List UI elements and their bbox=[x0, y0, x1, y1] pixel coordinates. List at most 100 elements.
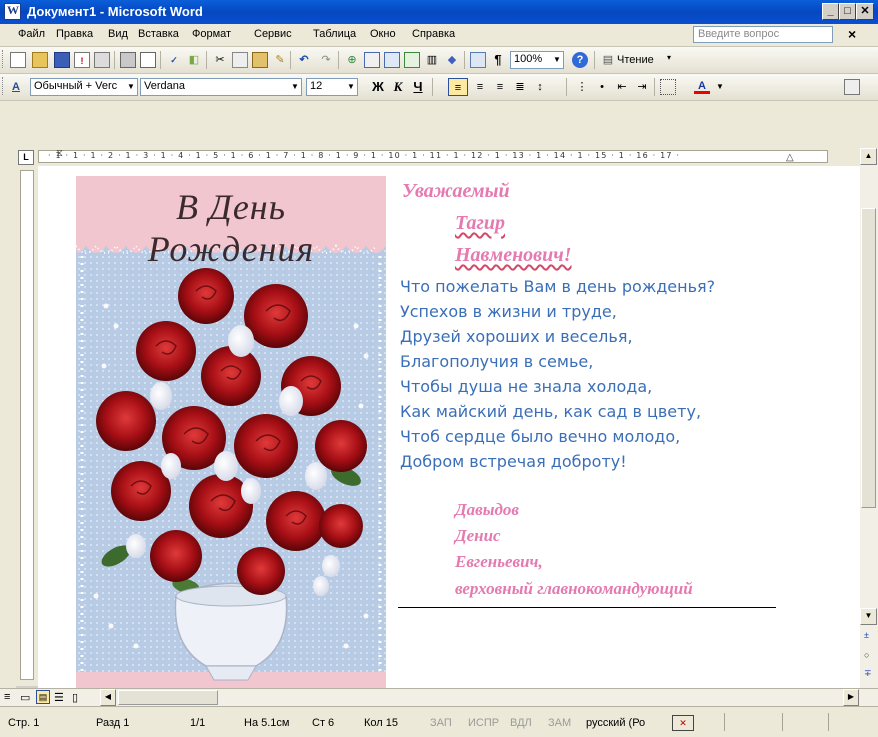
close-document-icon[interactable]: × bbox=[848, 26, 856, 42]
scroll-down-button[interactable]: ▼ bbox=[860, 608, 877, 625]
reading-layout-icon[interactable]: ▤ bbox=[600, 52, 616, 68]
align-right-button[interactable]: ≡ bbox=[492, 79, 508, 95]
tables-borders-icon[interactable] bbox=[364, 52, 380, 68]
menu-insert[interactable]: Вставка bbox=[138, 28, 179, 40]
increase-indent-icon[interactable]: ⇥ bbox=[634, 79, 650, 95]
paste-icon[interactable] bbox=[252, 52, 268, 68]
style-select[interactable]: Обычный + Verc ▼ bbox=[30, 78, 138, 96]
horizontal-scrollbar[interactable]: ≡ ▭ ▤ ☰ ▯ ◀ ▶ bbox=[0, 688, 878, 707]
next-page-icon[interactable]: ∓ bbox=[864, 668, 872, 679]
line-spacing-icon[interactable]: ↕ bbox=[532, 79, 548, 95]
copy-icon[interactable] bbox=[232, 52, 248, 68]
scroll-right-button[interactable]: ▶ bbox=[843, 689, 859, 706]
format-painter-icon[interactable]: ✎ bbox=[272, 52, 288, 68]
align-center-button[interactable]: ≡ bbox=[472, 79, 488, 95]
chevron-down-icon[interactable]: ▼ bbox=[289, 79, 301, 95]
styles-formatting-icon[interactable] bbox=[844, 79, 860, 95]
show-formatting-icon[interactable]: ¶ bbox=[490, 52, 506, 68]
font-select[interactable]: Verdana ▼ bbox=[140, 78, 302, 96]
chevron-down-icon[interactable]: ▼ bbox=[716, 82, 724, 91]
outline-view-icon[interactable]: ☰ bbox=[54, 691, 64, 704]
web-layout-icon[interactable]: ▭ bbox=[20, 691, 30, 704]
greeting-card-image[interactable]: В День Рождения bbox=[76, 176, 386, 688]
status-pages[interactable]: 1/1 bbox=[190, 717, 205, 729]
columns-icon[interactable]: ▥ bbox=[424, 52, 440, 68]
status-extend[interactable]: ВДЛ bbox=[510, 717, 532, 729]
menu-tools[interactable]: Сервис bbox=[254, 28, 292, 40]
vertical-scrollbar[interactable]: ▲ ▼ ± ○ ∓ bbox=[860, 148, 878, 688]
word-app-icon[interactable] bbox=[4, 3, 21, 20]
chevron-down-icon[interactable]: ▼ bbox=[345, 79, 357, 95]
numbering-icon[interactable]: ⋮ bbox=[574, 79, 590, 95]
reading-view-icon[interactable]: ▯ bbox=[72, 691, 78, 704]
status-line[interactable]: Ст 6 bbox=[312, 717, 334, 729]
minimize-button[interactable]: _ bbox=[822, 3, 839, 20]
status-language[interactable]: русский (Ро bbox=[586, 717, 645, 729]
menu-edit[interactable]: Правка bbox=[56, 28, 93, 40]
toolbar-grip[interactable] bbox=[2, 50, 6, 68]
close-button[interactable]: ✕ bbox=[856, 3, 874, 20]
email-icon[interactable] bbox=[94, 52, 110, 68]
document-map-icon[interactable] bbox=[470, 52, 486, 68]
open-folder-icon[interactable] bbox=[32, 52, 48, 68]
print-icon[interactable] bbox=[120, 52, 136, 68]
chevron-down-icon[interactable]: ▼ bbox=[125, 79, 137, 95]
styles-pane-icon[interactable]: A bbox=[8, 79, 24, 95]
toolbar-options-icon[interactable]: ▾ bbox=[667, 53, 671, 62]
menu-format[interactable]: Формат bbox=[192, 28, 231, 40]
previous-page-icon[interactable]: ± bbox=[864, 630, 869, 640]
scroll-thumb[interactable] bbox=[861, 208, 876, 508]
spelling-icon[interactable]: ✓ bbox=[166, 52, 182, 68]
menu-view[interactable]: Вид bbox=[108, 28, 128, 40]
new-document-icon[interactable] bbox=[10, 52, 26, 68]
menu-table[interactable]: Таблица bbox=[313, 28, 356, 40]
zoom-select[interactable]: 100% ▼ bbox=[510, 51, 564, 69]
cut-icon[interactable]: ✂ bbox=[212, 52, 228, 68]
right-indent-marker-icon[interactable]: △ bbox=[786, 152, 794, 163]
insert-excel-icon[interactable] bbox=[404, 52, 420, 68]
status-overtype[interactable]: ЗАМ bbox=[548, 717, 571, 729]
italic-button[interactable]: К bbox=[390, 79, 406, 95]
indent-marker-icon[interactable]: ⧖ bbox=[56, 148, 63, 159]
font-size-select[interactable]: 12 ▼ bbox=[306, 78, 358, 96]
horizontal-ruler[interactable]: L · 1 · 1 · 1 · 2 · 1 · 3 · 1 · 4 · 1 · … bbox=[0, 148, 878, 167]
print-preview-icon[interactable] bbox=[140, 52, 156, 68]
chevron-down-icon[interactable]: ▼ bbox=[551, 52, 563, 68]
status-page[interactable]: Стр. 1 bbox=[8, 717, 39, 729]
underline-button[interactable]: Ч bbox=[410, 79, 426, 95]
toolbar-grip[interactable] bbox=[2, 77, 6, 95]
align-left-button[interactable]: ≡ bbox=[448, 78, 468, 96]
maximize-button[interactable]: □ bbox=[839, 3, 856, 20]
help-icon[interactable]: ? bbox=[572, 52, 588, 68]
bold-button[interactable]: Ж bbox=[370, 79, 386, 95]
print-layout-icon[interactable]: ▤ bbox=[36, 690, 50, 704]
menu-file[interactable]: Файл bbox=[18, 28, 45, 40]
menu-window[interactable]: Окно bbox=[370, 28, 396, 40]
research-icon[interactable]: ◧ bbox=[186, 52, 202, 68]
scroll-up-button[interactable]: ▲ bbox=[860, 148, 877, 165]
decrease-indent-icon[interactable]: ⇤ bbox=[614, 79, 630, 95]
justify-button[interactable]: ≣ bbox=[512, 79, 528, 95]
h-scroll-thumb[interactable] bbox=[118, 690, 218, 705]
status-record-macro[interactable]: ЗАП bbox=[430, 717, 452, 729]
save-icon[interactable] bbox=[54, 52, 70, 68]
reading-label[interactable]: Чтение bbox=[617, 54, 654, 66]
normal-view-icon[interactable]: ≡ bbox=[4, 691, 10, 703]
bullets-icon[interactable]: • bbox=[594, 79, 610, 95]
hyperlink-icon[interactable]: ⊕ bbox=[344, 52, 360, 68]
status-track-changes[interactable]: ИСПР bbox=[468, 717, 499, 729]
spelling-status-icon[interactable]: ✕ bbox=[672, 715, 694, 731]
border-icon[interactable] bbox=[660, 79, 676, 95]
scroll-left-button[interactable]: ◀ bbox=[100, 689, 116, 706]
menu-help[interactable]: Справка bbox=[412, 28, 455, 40]
status-at[interactable]: На 5.1см bbox=[244, 717, 289, 729]
tab-selector-icon[interactable]: L bbox=[18, 150, 34, 165]
font-color-button[interactable]: A bbox=[694, 78, 710, 94]
browse-object-icon[interactable]: ○ bbox=[864, 650, 869, 660]
ask-question-input[interactable]: Введите вопрос bbox=[693, 26, 833, 43]
undo-icon[interactable]: ↶ bbox=[296, 52, 312, 68]
vertical-ruler[interactable] bbox=[16, 166, 38, 686]
redo-icon[interactable]: ↷ bbox=[318, 52, 334, 68]
status-section[interactable]: Разд 1 bbox=[96, 717, 129, 729]
drawing-icon[interactable]: ◆ bbox=[444, 52, 460, 68]
